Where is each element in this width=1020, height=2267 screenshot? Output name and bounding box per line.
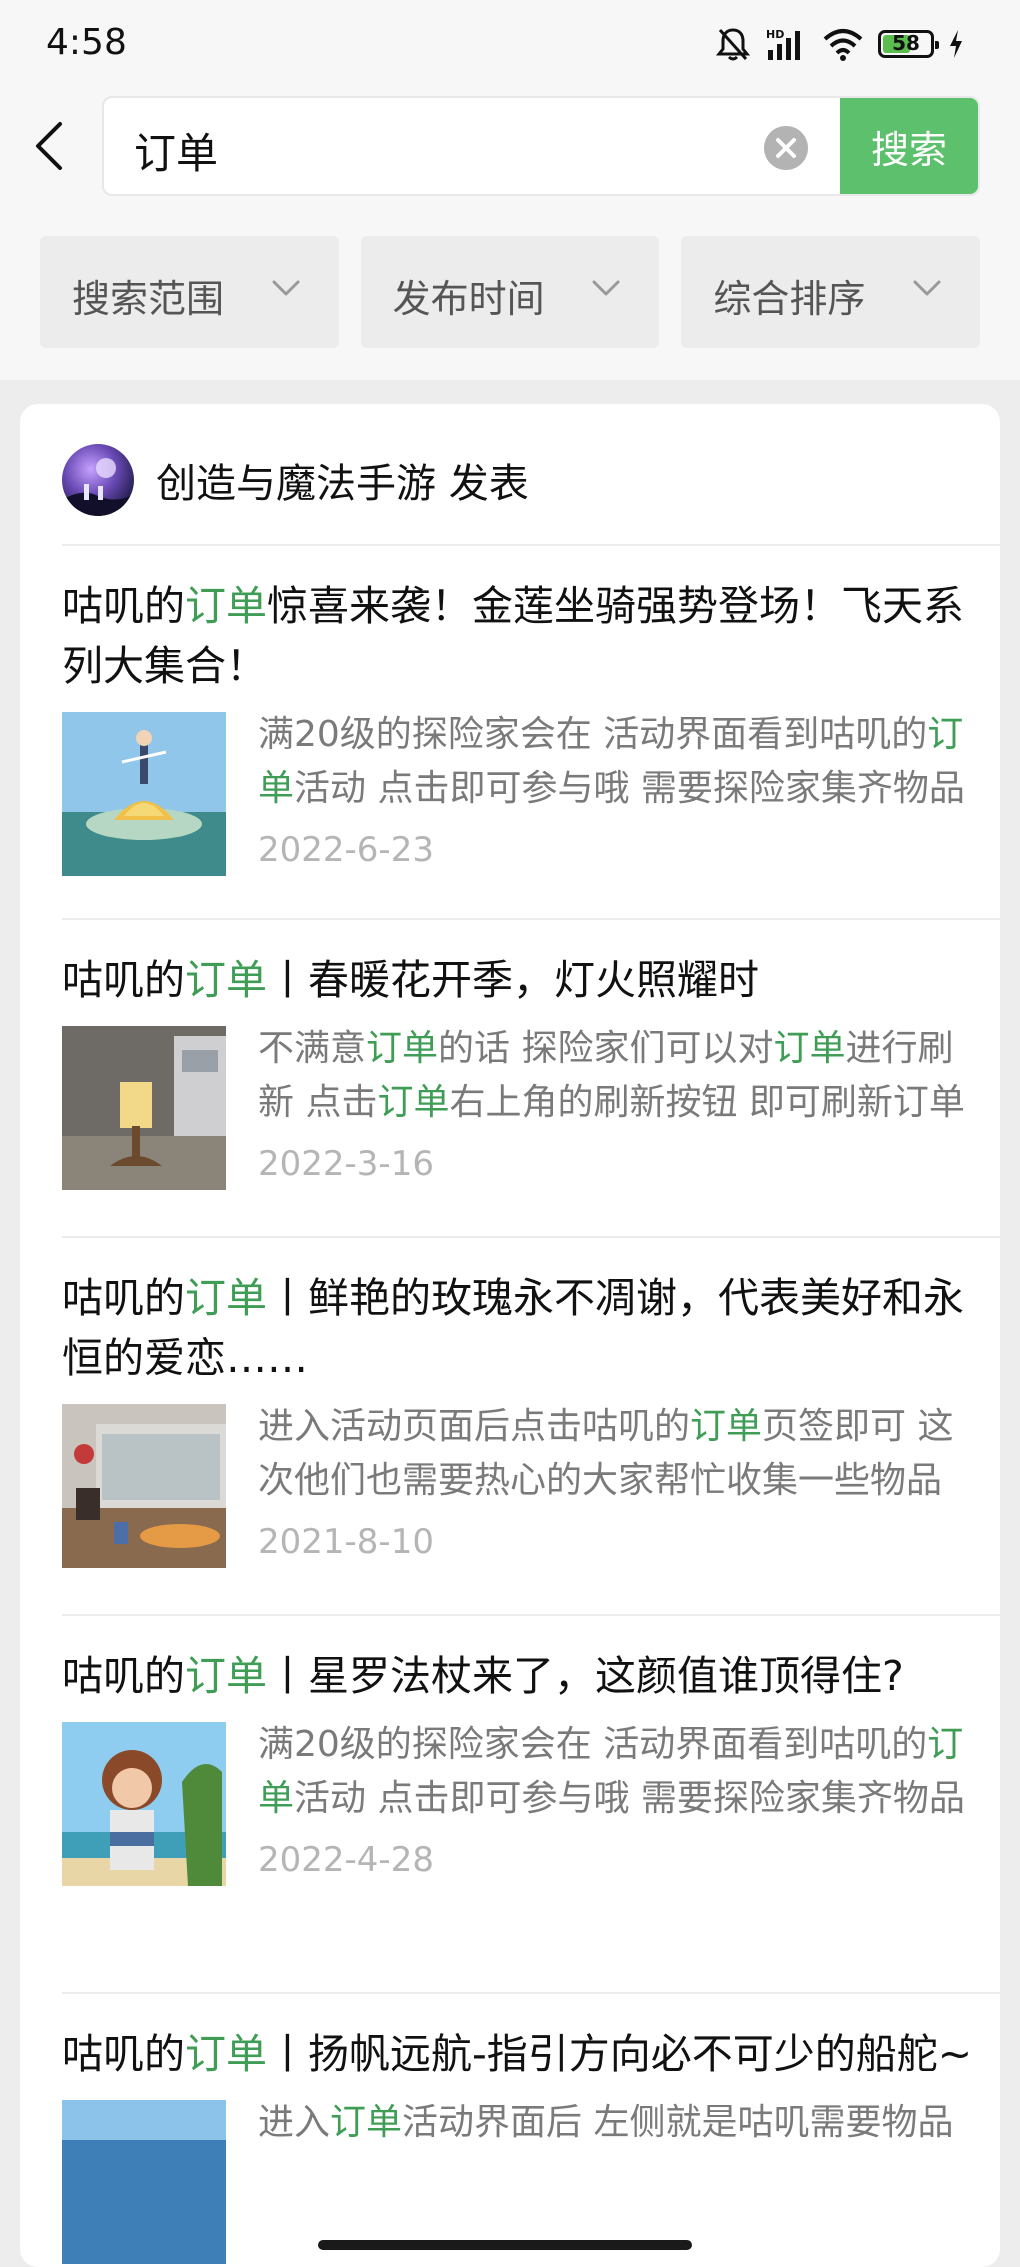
author-row[interactable]: 创造与魔法手游 发表 [62,442,529,518]
status-icons: HD 58 [716,24,964,64]
result-thumbnail [62,1026,226,1190]
battery-level: 58 [892,31,920,55]
result-title: 咕叽的订单丨星罗法杖来了，这颜值谁顶得住? [62,1652,904,1700]
result-date: 2021-8-10 [258,1522,434,1562]
result-description: 进入活动页面后点击咕叽的订单页签即可 这次他们也需要热心的大家帮忙收集一些物品 [258,1406,954,1501]
filter-bar: 搜索范围 发布时间 综合排序 [40,236,981,348]
clear-icon[interactable] [764,126,808,170]
filter-time[interactable]: 发布时间 [360,236,660,348]
battery-icon: 58 [878,30,939,58]
result-item[interactable]: 咕叽的订单丨鲜艳的玫瑰永不凋谢，代表美好和永恒的爱恋…… 进入活动页面后点击咕叽… [62,1268,978,1568]
filter-label: 搜索范围 [72,277,225,321]
result-thumbnail [62,1722,226,1886]
result-date: 2022-4-28 [258,1840,434,1880]
filter-label: 综合排序 [713,277,866,321]
result-thumbnail [62,712,226,876]
search-input[interactable]: 订单 [134,120,218,181]
svg-text:HD: HD [766,28,784,41]
result-description: 不满意订单的话 探险家们可以对订单进行刷新 点击订单右上角的刷新按钮 即可刷新订… [258,1028,965,1123]
search-button[interactable]: 搜索 [840,98,978,194]
chevron-down-icon [272,280,300,296]
avatar [62,444,134,516]
chevron-down-icon [913,280,941,296]
status-time: 4:58 [46,22,127,63]
results-card: 创造与魔法手游 发表 咕叽的订单惊喜来袭！金莲坐骑强势登场！飞天系列大集合！ 满… [20,404,1000,2267]
result-thumbnail [62,2100,226,2264]
result-item[interactable]: 咕叽的订单惊喜来袭！金莲坐骑强势登场！飞天系列大集合！ 满20级的探险家会在 活… [62,576,978,876]
divider [62,1236,1000,1238]
filter-label: 发布时间 [392,277,545,321]
divider [62,1614,1000,1616]
top-area: 4:58 HD 58 订单 搜索 搜索范围 发布时间 综合排序 [0,0,1020,380]
search-box[interactable]: 订单 搜索 [102,96,980,196]
result-title: 咕叽的订单丨鲜艳的玫瑰永不凋谢，代表美好和永恒的爱恋…… [62,1274,964,1382]
divider [62,918,1000,920]
signal-hd-icon: HD [766,28,800,60]
result-thumbnail [62,1404,226,1568]
result-item[interactable]: 咕叽的订单丨星罗法杖来了，这颜值谁顶得住? 满20级的探险家会在 活动界面看到咕… [62,1646,978,1886]
result-description: 进入订单活动界面后 左侧就是咕叽需要物品 [258,2102,954,2143]
status-bar: 4:58 HD 58 [0,0,1020,90]
wifi-icon [823,29,863,61]
filter-sort[interactable]: 综合排序 [681,236,981,348]
result-description: 满20级的探险家会在 活动界面看到咕叽的订单活动 点击即可参与哦 需要探险家集齐… [258,1724,965,1819]
result-description: 满20级的探险家会在 活动界面看到咕叽的订单活动 点击即可参与哦 需要探险家集齐… [258,714,965,809]
divider [62,1992,1000,1994]
result-item[interactable]: 咕叽的订单丨春暖花开季，灯火照耀时 不满意订单的话 探险家们可以对订单进行刷新 … [62,950,978,1190]
chevron-down-icon [592,280,620,296]
divider [62,544,1000,546]
home-indicator[interactable] [318,2240,692,2250]
result-date: 2022-3-16 [258,1144,434,1184]
result-title: 咕叽的订单惊喜来袭！金莲坐骑强势登场！飞天系列大集合！ [62,582,964,690]
author-name: 创造与魔法手游 发表 [156,461,529,507]
result-title: 咕叽的订单丨扬帆远航-指引方向必不可少的船舵~ [62,2030,973,2078]
back-arrow-icon[interactable] [30,118,70,174]
charging-icon [950,30,962,58]
result-title: 咕叽的订单丨春暖花开季，灯火照耀时 [62,956,759,1004]
result-date: 2022-6-23 [258,830,434,870]
filter-scope[interactable]: 搜索范围 [40,236,339,348]
mute-bell-icon [716,28,750,61]
result-item[interactable]: 咕叽的订单丨扬帆远航-指引方向必不可少的船舵~ 进入订单活动界面后 左侧就是咕叽… [62,2024,978,2264]
